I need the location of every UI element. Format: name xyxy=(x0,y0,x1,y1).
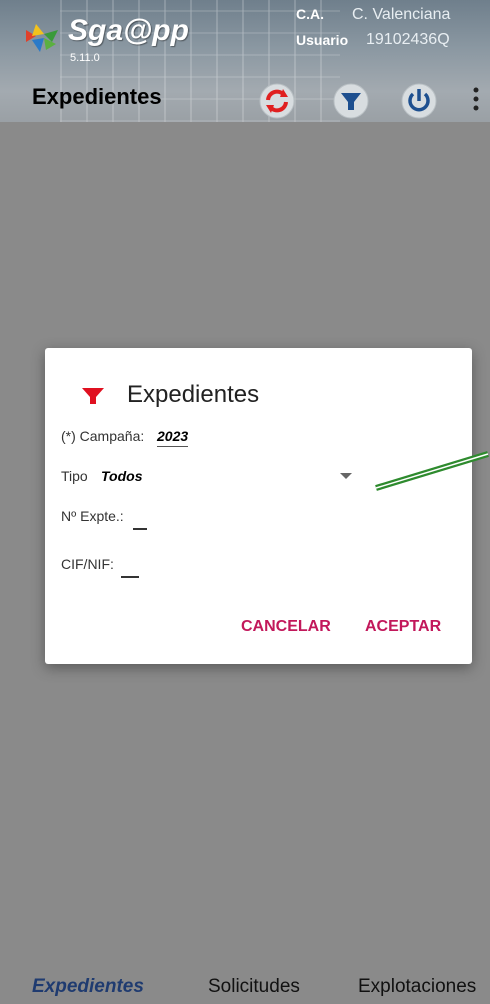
power-icon[interactable] xyxy=(398,80,440,122)
user-label: Usuario xyxy=(296,32,349,48)
bottom-navigation: Expedientes Solicitudes Explotaciones xyxy=(0,966,490,1004)
tipo-select[interactable]: Todos xyxy=(101,468,142,484)
app-version: 5.11.0 xyxy=(70,52,100,64)
accept-button[interactable]: ACEPTAR xyxy=(365,618,441,636)
page-title: Expedientes xyxy=(32,84,162,109)
nav-explotaciones[interactable]: Explotaciones xyxy=(358,976,476,998)
nav-solicitudes[interactable]: Solicitudes xyxy=(208,976,300,998)
filter-dialog: Expedientes (*) Campaña: 2023 Tipo Todos… xyxy=(45,348,472,664)
cancel-button[interactable]: CANCELAR xyxy=(241,618,331,636)
ca-label: C.A. xyxy=(296,6,324,22)
nif-label: CIF/NIF: xyxy=(61,556,114,572)
filter-icon xyxy=(82,388,104,404)
tipo-label: Tipo xyxy=(61,468,88,484)
nif-input[interactable] xyxy=(121,576,139,578)
annotation-arrow xyxy=(375,451,489,491)
app-name: Sga@pp xyxy=(68,14,189,47)
user-value: 19102436Q xyxy=(366,31,450,48)
more-options-icon[interactable] xyxy=(470,84,482,114)
filter-icon[interactable] xyxy=(330,80,372,122)
refresh-icon[interactable] xyxy=(256,80,298,122)
app-header: Sga@pp 5.11.0 C.A. C. Valenciana Usuario… xyxy=(0,0,490,122)
expte-label: Nº Expte.: xyxy=(61,508,124,524)
app-logo-icon xyxy=(26,24,58,52)
expte-input[interactable] xyxy=(133,528,147,530)
chevron-down-icon[interactable] xyxy=(340,473,352,479)
ca-value: C. Valenciana xyxy=(352,6,451,23)
dialog-title: Expedientes xyxy=(127,381,260,408)
nav-expedientes[interactable]: Expedientes xyxy=(32,976,144,998)
campana-field[interactable]: 2023 xyxy=(157,428,189,447)
campana-label: (*) Campaña: xyxy=(61,428,145,444)
